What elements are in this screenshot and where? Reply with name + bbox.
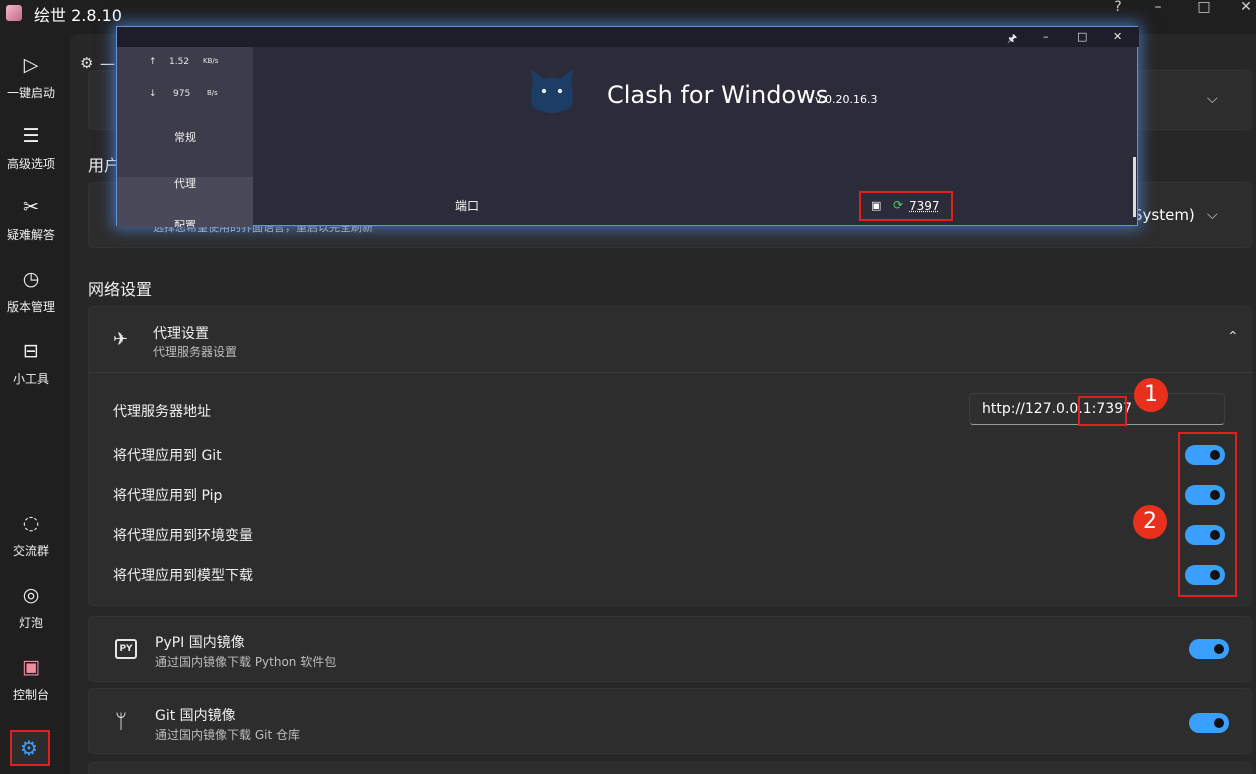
sidebar-item-community[interactable]: ◌ 交流群 <box>0 510 62 559</box>
chevron-down-icon[interactable]: ⌵ <box>1207 207 1218 223</box>
download-arrow-icon: ↓ <box>149 89 157 99</box>
title-bar: 绘世 2.8.10 ? – □ ✕ <box>0 0 1256 28</box>
pypi-mirror-toggle[interactable] <box>1189 639 1229 659</box>
sidebar-item-label: 一键启动 <box>6 86 55 100</box>
git-title: Git 国内镜像 <box>155 708 236 724</box>
sidebar-item-launch[interactable]: ▷ 一键启动 <box>0 52 62 101</box>
sync-icon[interactable]: ⟳ <box>893 198 903 212</box>
help-icon[interactable]: ? <box>1098 0 1138 22</box>
sidebar-item-troubleshoot[interactable]: ✂ 疑难解答 <box>0 194 62 243</box>
clash-sidebar: ↑ 1.52 KB/s ↓ 975 B/s 常规 代理 配置 <box>117 47 253 227</box>
proxy-model-label: 将代理应用到模型下载 <box>113 568 253 584</box>
upload-speed-value: 1.52 <box>169 57 190 67</box>
proxy-pip-label: 将代理应用到 Pip <box>113 488 223 504</box>
git-mirror-card: ᛘ Git 国内镜像 通过国内镜像下载 Git 仓库 <box>88 688 1252 754</box>
chevron-down-icon[interactable]: ⌵ <box>1207 91 1218 107</box>
pypi-mirror-card: PY PyPI 国内镜像 通过国内镜像下载 Python 软件包 <box>88 616 1252 682</box>
sidebar-item-console[interactable]: ▣ 控制台 <box>0 654 62 703</box>
proxy-settings-card: ✈ 代理设置 代理服务器设置 ⌃ 代理服务器地址 http://127.0.0.… <box>88 306 1253 606</box>
pin-icon[interactable]: 🖈 <box>1007 30 1017 49</box>
app-logo-icon <box>6 5 22 21</box>
app-window: 绘世 2.8.10 ? – □ ✕ ▷ 一键启动 ☰ 高级选项 ✂ 疑难解答 ◷… <box>0 0 1256 774</box>
toggles-highlight-box <box>1178 432 1237 597</box>
clash-port-field[interactable]: ▣ ⟳ 7397 <box>859 191 953 221</box>
maximize-button[interactable]: □ <box>1184 0 1224 22</box>
proxy-git-label: 将代理应用到 Git <box>113 448 222 464</box>
clash-minimize-button[interactable]: – <box>1043 30 1049 43</box>
gear-icon: ⚙ <box>20 736 38 760</box>
history-icon: ◷ <box>22 268 40 290</box>
close-button[interactable]: ✕ <box>1226 0 1256 22</box>
annotation-badge-1: 1 <box>1134 378 1168 412</box>
clash-nav-profiles[interactable]: 配置 <box>117 217 253 227</box>
sidebar-item-label: 版本管理 <box>6 300 55 314</box>
proxy-address-label: 代理服务器地址 <box>113 404 211 420</box>
sidebar-item-label: 疑难解答 <box>6 228 55 242</box>
airplane-icon: ✈ <box>113 329 129 350</box>
proxy-env-label: 将代理应用到环境变量 <box>113 528 253 544</box>
pypi-title: PyPI 国内镜像 <box>155 635 245 651</box>
port-highlight-box <box>1078 396 1127 426</box>
list-icon: ☰ <box>22 125 40 147</box>
clash-port-value[interactable]: 7397 <box>909 199 940 213</box>
clash-version: v 0.20.16.3 <box>815 93 878 106</box>
clash-port-label: 端口 <box>455 199 480 213</box>
clash-window: 🖈 – □ ✕ ↑ 1.52 KB/s ↓ 975 B/s 常规 代理 配置 C… <box>116 26 1139 227</box>
sidebar-item-tools[interactable]: ⊟ 小工具 <box>0 338 62 387</box>
proxy-title: 代理设置 <box>153 326 209 342</box>
app-title: 绘世 2.8.10 <box>34 6 122 25</box>
download-speed-unit: B/s <box>207 89 218 97</box>
clash-title: Clash for Windows <box>607 81 829 109</box>
proxy-subtitle: 代理服务器设置 <box>153 345 238 359</box>
clash-nav-general[interactable]: 常规 <box>117 129 253 145</box>
sidebar-item-label: 小工具 <box>12 372 49 386</box>
sidebar-item-label: 控制台 <box>12 688 49 702</box>
clash-cat-logo-icon <box>531 69 573 113</box>
python-icon: PY <box>115 639 137 659</box>
sidebar-item-label: 灯泡 <box>18 616 43 630</box>
sidebar-item-versions[interactable]: ◷ 版本管理 <box>0 266 62 315</box>
toolbox-icon: ⊟ <box>23 340 39 362</box>
chat-icon: ◌ <box>22 512 40 534</box>
clash-title-bar <box>117 27 1139 47</box>
terminal-icon: ▣ <box>22 656 40 678</box>
upload-speed-unit: KB/s <box>203 57 219 65</box>
next-setting-card <box>88 762 1252 774</box>
annotation-badge-2: 2 <box>1133 505 1167 539</box>
sidebar-item-bulb[interactable]: ◎ 灯泡 <box>0 582 62 631</box>
sidebar-item-label: 交流群 <box>12 544 49 558</box>
sidebar-item-advanced[interactable]: ☰ 高级选项 <box>0 123 62 172</box>
language-dropdown[interactable]: System) <box>1133 206 1195 224</box>
minimize-button[interactable]: – <box>1138 0 1178 22</box>
git-mirror-toggle[interactable] <box>1189 713 1229 733</box>
network-section-heading: 网络设置 <box>88 280 153 299</box>
clash-scrollbar[interactable] <box>1133 157 1136 217</box>
clash-maximize-button[interactable]: □ <box>1077 30 1087 43</box>
tools-icon: ✂ <box>23 196 39 218</box>
lightbulb-icon: ◎ <box>22 584 40 606</box>
chevron-up-icon[interactable]: ⌃ <box>1227 329 1239 345</box>
clash-close-button[interactable]: ✕ <box>1113 30 1122 43</box>
upload-arrow-icon: ↑ <box>149 57 157 67</box>
sidebar-item-label: 高级选项 <box>6 157 55 171</box>
play-icon: ▷ <box>23 54 39 76</box>
terminal-icon[interactable]: ▣ <box>871 199 881 212</box>
download-speed-value: 975 <box>173 89 191 99</box>
sidebar: ▷ 一键启动 ☰ 高级选项 ✂ 疑难解答 ◷ 版本管理 ⊟ 小工具 ◌ 交流群 … <box>0 28 62 774</box>
git-branch-icon: ᛘ <box>115 709 127 733</box>
proxy-card-header[interactable]: ✈ 代理设置 代理服务器设置 ⌃ <box>89 307 1253 373</box>
pypi-subtitle: 通过国内镜像下载 Python 软件包 <box>155 655 337 669</box>
sidebar-item-settings[interactable]: ⚙ <box>10 730 50 766</box>
git-subtitle: 通过国内镜像下载 Git 仓库 <box>155 728 300 742</box>
clash-nav-proxies[interactable]: 代理 <box>117 175 253 191</box>
